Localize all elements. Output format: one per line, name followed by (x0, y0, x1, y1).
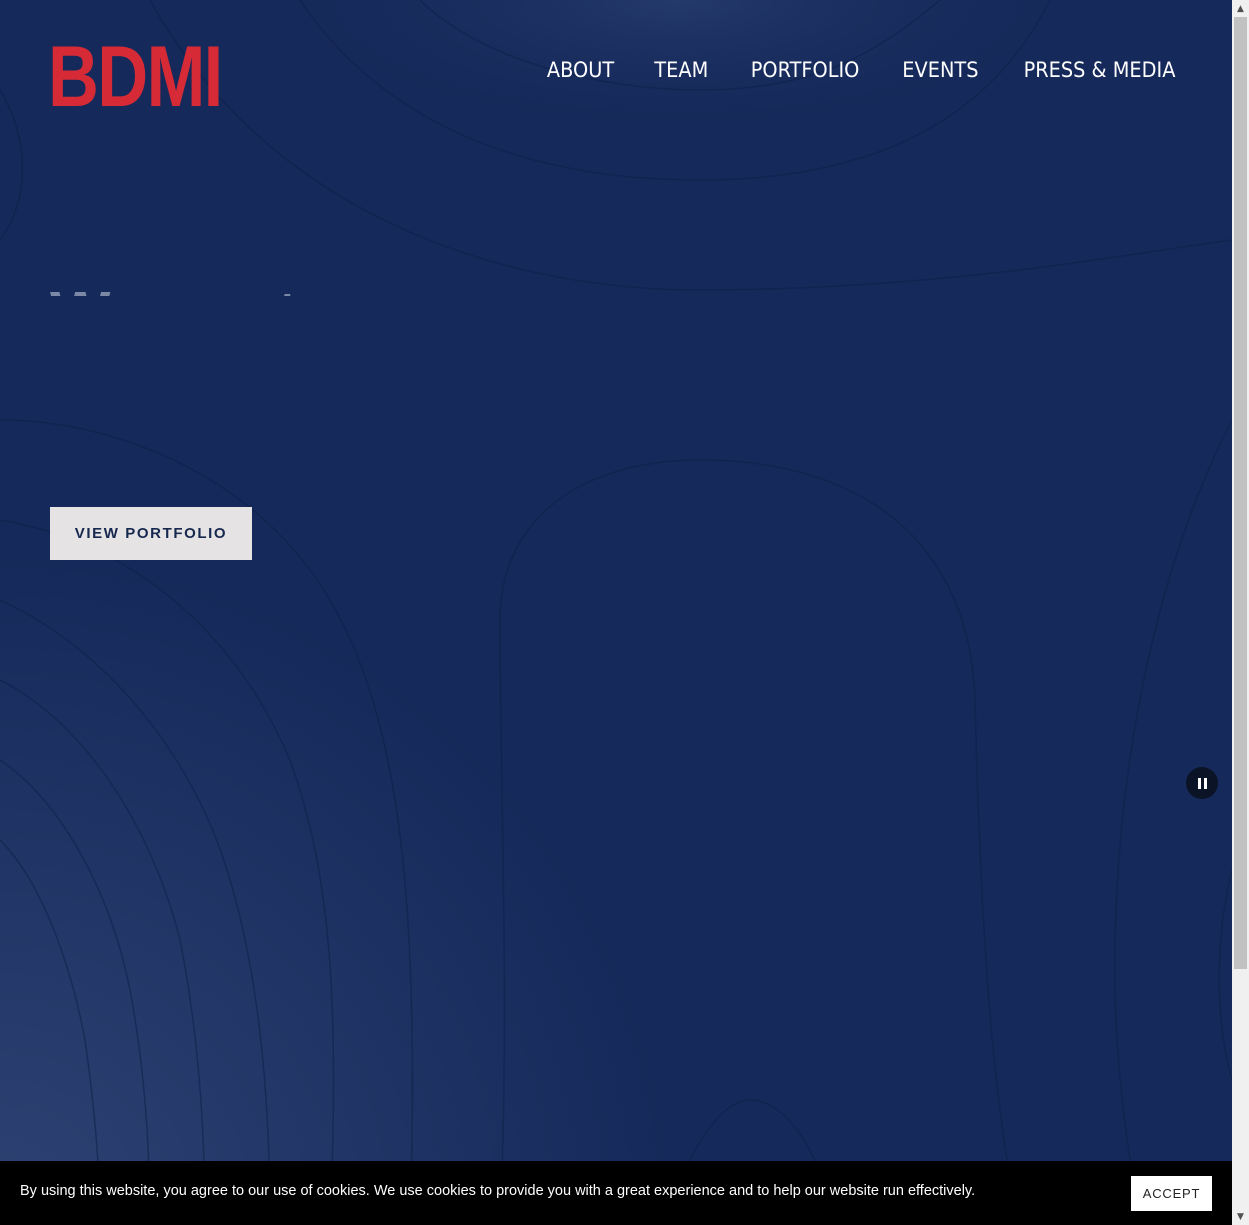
cookie-banner: By using this website, you agree to our … (0, 1161, 1232, 1225)
nav-item-press-media[interactable]: PRESS & MEDIA (1024, 58, 1176, 82)
accept-cookies-button[interactable]: ACCEPT (1131, 1176, 1212, 1211)
page: BDMI ABOUT TEAM PORTFOLIO EVENTS PRESS &… (0, 0, 1249, 1225)
main-nav: ABOUT TEAM PORTFOLIO EVENTS PRESS & MEDI… (544, 58, 1182, 82)
scroll-up-icon[interactable]: ▲ (1232, 0, 1249, 17)
nav-item-events[interactable]: EVENTS (902, 58, 978, 82)
cookie-message: By using this website, you agree to our … (20, 1183, 976, 1199)
hero-headline: We are t (50, 282, 298, 296)
nav-item-about[interactable]: ABOUT (547, 58, 614, 82)
topographic-background (0, 0, 1232, 1225)
scroll-down-icon[interactable]: ▼ (1232, 1208, 1249, 1225)
nav-item-portfolio[interactable]: PORTFOLIO (751, 58, 860, 82)
hero-headline-container: We are t (50, 262, 650, 296)
vertical-scrollbar[interactable]: ▲ ▼ (1232, 0, 1249, 1225)
pause-icon[interactable] (1186, 767, 1218, 799)
view-portfolio-button[interactable]: VIEW PORTFOLIO (50, 507, 252, 560)
pause-bar-left (1197, 777, 1201, 789)
nav-item-team[interactable]: TEAM (655, 58, 709, 82)
pause-bar-right (1203, 777, 1207, 789)
hero-section: BDMI ABOUT TEAM PORTFOLIO EVENTS PRESS &… (0, 0, 1232, 1225)
scrollbar-thumb[interactable] (1234, 17, 1247, 969)
bdmi-logo[interactable]: BDMI (48, 34, 223, 120)
